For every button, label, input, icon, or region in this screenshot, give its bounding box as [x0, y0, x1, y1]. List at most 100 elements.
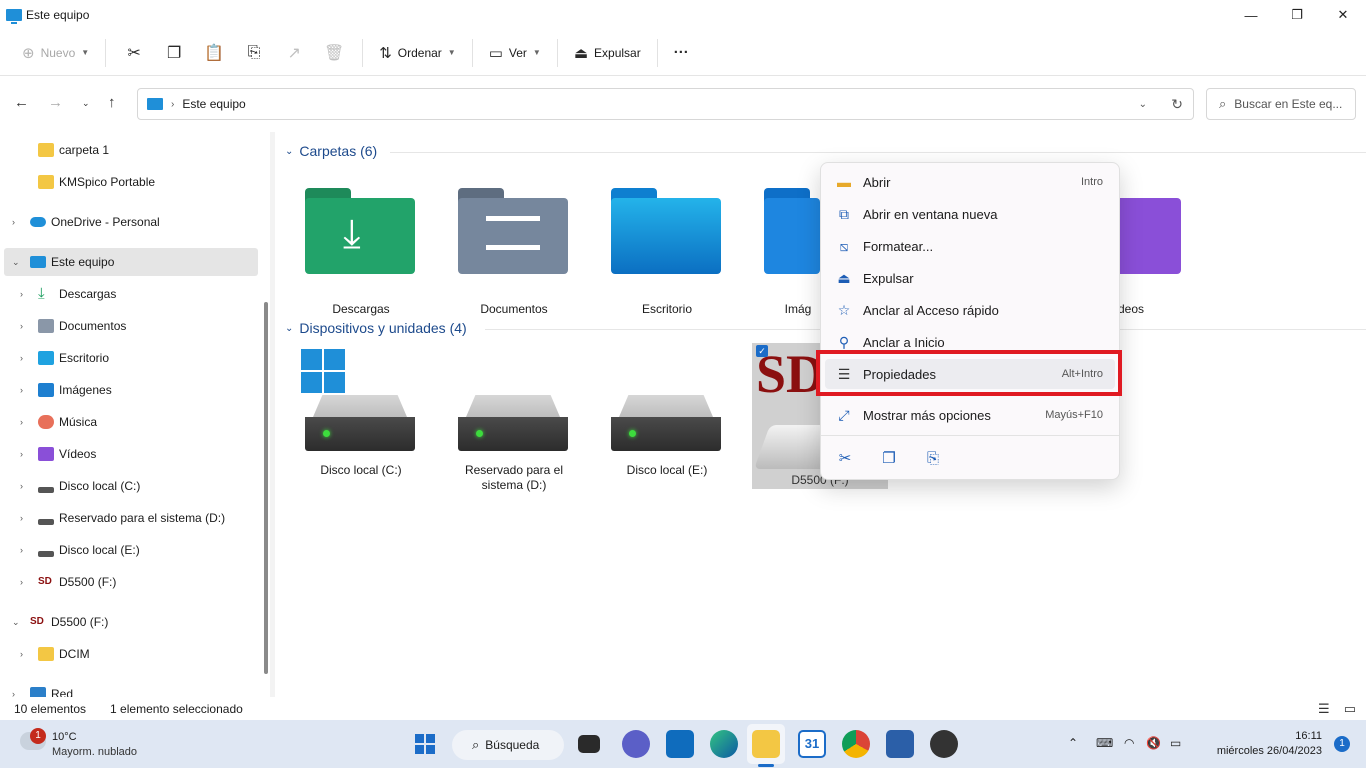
address-path[interactable]: Este equipo	[182, 97, 245, 111]
view-toggles: ☰ ▭	[1318, 701, 1356, 717]
sidebar-item-kmspico[interactable]: KMSpico Portable	[4, 168, 258, 196]
sidebar-item-d5500-root[interactable]: ⌄ SD D5500 (F:)	[4, 608, 258, 636]
sidebar-item-videos[interactable]: › Vídeos	[4, 440, 258, 468]
file-explorer-icon[interactable]	[752, 730, 780, 758]
maximize-button[interactable]: ❐	[1274, 0, 1320, 30]
sidebar-item-escritorio[interactable]: › Escritorio	[4, 344, 258, 372]
network-icon	[30, 687, 46, 697]
minimize-button[interactable]: —	[1228, 0, 1274, 30]
more-options-button[interactable]: ···	[666, 37, 697, 69]
chevron-right-icon[interactable]: ›	[171, 99, 174, 110]
task-view-icon[interactable]	[578, 735, 600, 753]
sidebar-item-imagenes[interactable]: › Imágenes	[4, 376, 258, 404]
copy-icon[interactable]: ❐	[869, 449, 909, 467]
chevron-up-icon[interactable]: ⌃	[1068, 736, 1078, 750]
sidebar-item-este-equipo[interactable]: ⌄ Este equipo	[4, 248, 258, 276]
keyboard-icon[interactable]: ⌨	[1096, 736, 1113, 750]
chat-icon[interactable]	[622, 730, 650, 758]
sidebar-item-disco-d[interactable]: › Reservado para el sistema (D:)	[4, 504, 258, 532]
sidebar-item-red[interactable]: › Red	[4, 680, 258, 697]
chevron-right-icon[interactable]: ›	[20, 545, 23, 555]
details-view-icon[interactable]: ☰	[1318, 701, 1330, 717]
menu-item-formatear[interactable]: ⧅ Formatear...	[825, 231, 1115, 261]
eject-button[interactable]: ⏏ Expulsar	[566, 37, 649, 69]
chevron-down-icon[interactable]: ⌄	[285, 146, 293, 157]
checkbox-checked-icon[interactable]: ✓	[756, 345, 768, 357]
chevron-right-icon[interactable]: ›	[20, 649, 23, 659]
sidebar-item-d5500[interactable]: › SD D5500 (F:)	[4, 568, 258, 596]
recent-chevron-icon[interactable]: ⌄	[82, 98, 90, 109]
menu-item-anclar-acceso-rapido[interactable]: ☆ Anclar al Acceso rápido	[825, 295, 1115, 325]
sidebar-item-disco-e[interactable]: › Disco local (E:)	[4, 536, 258, 564]
wifi-icon[interactable]: ◠	[1124, 736, 1134, 750]
chevron-right-icon[interactable]: ›	[20, 417, 23, 427]
calendar-icon[interactable]: 31	[798, 730, 826, 758]
chevron-right-icon[interactable]: ›	[12, 217, 15, 227]
taskbar-search[interactable]: ⌕ Búsqueda	[452, 730, 564, 760]
app-icon[interactable]	[930, 730, 958, 758]
chevron-right-icon[interactable]: ›	[20, 577, 23, 587]
rename-icon[interactable]: ⎘	[913, 450, 953, 467]
copy-button[interactable]: ❐	[154, 37, 194, 69]
cut-button[interactable]: ✂	[114, 37, 154, 69]
chevron-right-icon[interactable]: ›	[20, 321, 23, 331]
chevron-right-icon[interactable]: ›	[20, 449, 23, 459]
search-box[interactable]: ⌕	[1206, 88, 1356, 120]
menu-item-abrir-ventana-nueva[interactable]: ⧉ Abrir en ventana nueva	[825, 199, 1115, 229]
tiles-view-icon[interactable]: ▭	[1344, 701, 1356, 717]
new-button[interactable]: ⊕ Nuevo ▼	[14, 37, 97, 69]
paste-button[interactable]: 📋	[194, 37, 234, 69]
forward-arrow-icon[interactable]: →	[48, 94, 63, 111]
back-arrow-icon[interactable]: ←	[14, 94, 29, 111]
chevron-down-icon[interactable]: ⌄	[285, 323, 293, 334]
battery-icon[interactable]: ▭	[1170, 736, 1181, 750]
delete-button[interactable]: 🗑	[314, 37, 354, 69]
start-button[interactable]	[411, 730, 439, 758]
chevron-right-icon[interactable]: ›	[20, 481, 23, 491]
devices-group-header[interactable]: ⌄ Dispositivos y unidades (4)	[285, 320, 467, 336]
chevron-down-icon[interactable]: ⌄	[12, 257, 20, 268]
powershell-icon[interactable]	[886, 730, 914, 758]
sidebar-item-musica[interactable]: › Música	[4, 408, 258, 436]
search-icon: ⌕	[472, 737, 480, 752]
folder-name: Descargas	[332, 302, 390, 316]
folders-group-header[interactable]: ⌄ Carpetas (6)	[285, 143, 377, 159]
refresh-icon[interactable]: ↻	[1171, 96, 1183, 113]
rename-button[interactable]: ⎘	[234, 37, 274, 69]
close-button[interactable]: ✕	[1320, 0, 1366, 30]
sidebar-item-disco-c[interactable]: › Disco local (C:)	[4, 472, 258, 500]
volume-muted-icon[interactable]: 🔇	[1146, 736, 1161, 750]
notification-badge[interactable]: 1	[1334, 736, 1350, 752]
search-input[interactable]	[1234, 97, 1345, 111]
view-button[interactable]: ▭ Ver ▼	[481, 37, 549, 69]
chevron-right-icon[interactable]: ›	[12, 689, 15, 697]
share-button[interactable]: ↗	[274, 37, 314, 69]
store-icon[interactable]	[666, 730, 694, 758]
chevron-down-icon[interactable]: ⌄	[1139, 99, 1147, 110]
show-more-options-icon: ⤢	[838, 406, 850, 423]
chevron-right-icon[interactable]: ›	[20, 513, 23, 523]
sidebar-item-carpeta-1[interactable]: carpeta 1	[4, 136, 258, 164]
menu-item-expulsar[interactable]: ⏏ Expulsar	[825, 263, 1115, 293]
sidebar-item-documentos[interactable]: › Documentos	[4, 312, 258, 340]
chevron-right-icon[interactable]: ›	[20, 289, 23, 299]
sidebar-item-descargas[interactable]: › ⤓ Descargas	[4, 280, 258, 308]
sidebar-scrollbar[interactable]	[264, 302, 268, 674]
sidebar-item-onedrive[interactable]: › OneDrive - Personal	[4, 208, 258, 236]
address-bar[interactable]: › Este equipo ⌄ ↻	[137, 88, 1194, 120]
weather-widget[interactable]: 1 10°C Mayorm. nublado	[18, 728, 198, 762]
sidebar-item-dcim[interactable]: › DCIM	[4, 640, 258, 668]
chevron-down-icon: ▼	[81, 48, 90, 57]
chrome-icon[interactable]	[842, 730, 870, 758]
weather-temp: 10°C	[52, 731, 77, 743]
scissors-icon[interactable]: ✂	[825, 449, 865, 467]
menu-item-abrir[interactable]: ▬ Abrir Intro	[825, 167, 1115, 197]
up-arrow-icon[interactable]: ↑	[108, 94, 116, 111]
menu-item-mostrar-mas-opciones[interactable]: ⤢ Mostrar más opciones Mayús+F10	[825, 400, 1115, 430]
clock[interactable]: 16:11 miércoles 26/04/2023	[1217, 729, 1322, 759]
chevron-right-icon[interactable]: ›	[20, 385, 23, 395]
sort-button[interactable]: ⇅ Ordenar ▼	[371, 37, 464, 69]
edge-icon[interactable]	[710, 730, 738, 758]
chevron-right-icon[interactable]: ›	[20, 353, 23, 363]
chevron-down-icon[interactable]: ⌄	[12, 617, 20, 628]
